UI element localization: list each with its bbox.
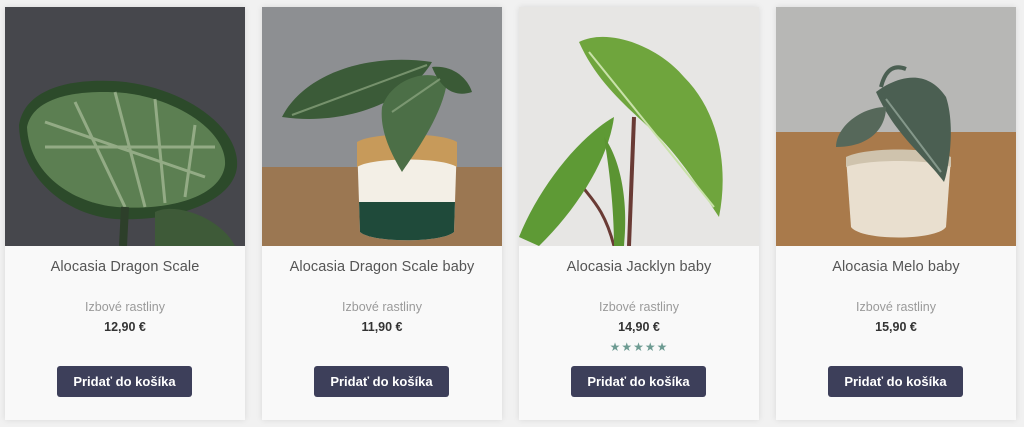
product-image[interactable] — [262, 7, 502, 246]
add-to-cart-button[interactable]: Pridať do košíka — [314, 366, 449, 397]
product-price: 12,90 € — [104, 320, 146, 334]
product-image[interactable] — [776, 7, 1016, 246]
product-card: Alocasia Melo baby Izbové rastliny 15,90… — [776, 7, 1016, 420]
product-price: 14,90 € — [618, 320, 660, 334]
add-to-cart-button[interactable]: Pridať do košíka — [828, 366, 963, 397]
star-rating-icon: ★★★★★ — [609, 340, 669, 354]
product-image[interactable] — [519, 7, 759, 246]
product-title[interactable]: Alocasia Jacklyn baby — [519, 259, 759, 275]
product-category[interactable]: Izbové rastliny — [519, 300, 759, 314]
product-image[interactable] — [5, 7, 245, 246]
product-card: Alocasia Dragon Scale Izbové rastliny 12… — [5, 7, 245, 420]
product-category[interactable]: Izbové rastliny — [262, 300, 502, 314]
add-to-cart-button[interactable]: Pridať do košíka — [571, 366, 706, 397]
product-title[interactable]: Alocasia Dragon Scale — [5, 259, 245, 275]
product-grid: Alocasia Dragon Scale Izbové rastliny 12… — [0, 0, 1024, 427]
product-photo — [519, 7, 759, 246]
product-category[interactable]: Izbové rastliny — [5, 300, 245, 314]
product-photo — [5, 7, 245, 246]
product-price: 11,90 € — [361, 320, 403, 334]
product-title[interactable]: Alocasia Melo baby — [776, 259, 1016, 275]
add-to-cart-button[interactable]: Pridať do košíka — [57, 366, 192, 397]
product-card: Alocasia Jacklyn baby Izbové rastliny 14… — [519, 7, 759, 420]
product-card: Alocasia Dragon Scale baby Izbové rastli… — [262, 7, 502, 420]
product-category[interactable]: Izbové rastliny — [776, 300, 1016, 314]
product-photo — [776, 7, 1016, 246]
product-price: 15,90 € — [875, 320, 917, 334]
product-title[interactable]: Alocasia Dragon Scale baby — [262, 259, 502, 275]
product-photo — [262, 7, 502, 246]
